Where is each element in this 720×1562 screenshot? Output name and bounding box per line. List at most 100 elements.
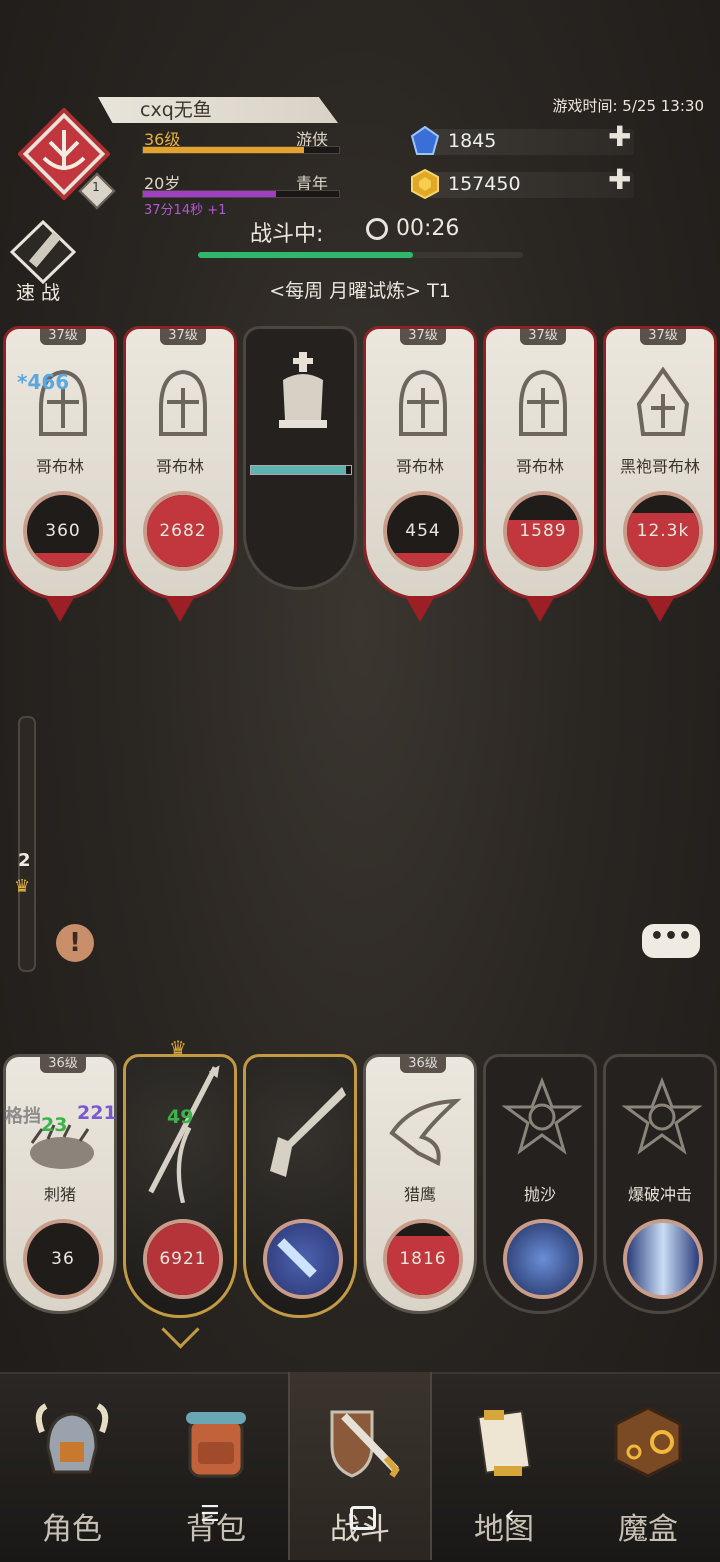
skill-card[interactable]: 爆破冲击: [603, 1054, 717, 1328]
ally-hp-ring: 6921: [143, 1219, 223, 1299]
scroll-icon: [477, 1410, 531, 1476]
enemy-hp-ring: 2682: [143, 491, 223, 571]
exp-float: 221: [77, 1102, 117, 1124]
age-progress-bar: [142, 190, 340, 198]
crown-icon: ♛: [14, 876, 31, 897]
spear-icon: [148, 1065, 220, 1203]
system-back-icon[interactable]: ‹: [504, 1498, 515, 1531]
nav-label: 角色: [42, 1512, 102, 1547]
nav-map[interactable]: 地图: [432, 1372, 576, 1560]
enemy-marker-icon: [645, 596, 675, 622]
gem-icon: [410, 126, 440, 155]
ally-name: 猎鹰: [403, 1185, 436, 1204]
enemy-hp: 2682: [159, 521, 207, 541]
enemy-card[interactable]: 37级 哥布林 454: [363, 326, 477, 622]
wave-number: 2: [18, 850, 31, 871]
enemy-hp-ring: 1589: [503, 491, 583, 571]
falcon-icon: [389, 1098, 462, 1166]
enemy-level: 37级: [520, 329, 566, 345]
battle-status: 战斗中:: [250, 222, 324, 247]
skill-card[interactable]: 抛沙: [483, 1054, 597, 1328]
heal-float: 23: [41, 1114, 68, 1136]
ally-weapon-card[interactable]: 6921 49 ♛: [123, 1036, 237, 1349]
rune-star-icon: [622, 1077, 702, 1155]
enemy-hp-ring: 12.3k: [623, 491, 703, 571]
heal-float: 49: [167, 1106, 194, 1128]
goblin-helmet-icon: [399, 369, 447, 436]
boss-totem-card[interactable]: [243, 326, 357, 600]
gem-count: 1845: [448, 130, 497, 152]
enemy-name: 哥布林: [35, 457, 84, 476]
alert-icon[interactable]: !: [56, 924, 94, 962]
nav-backpack[interactable]: 背包: [144, 1372, 288, 1560]
level-progress-fill: [143, 147, 304, 153]
enemy-card[interactable]: 37级 哥布林 360 *466: [3, 326, 117, 622]
ally-level: 36级: [400, 1057, 446, 1073]
enemy-hp: 12.3k: [636, 521, 690, 541]
nav-label: 魔盒: [618, 1512, 678, 1547]
ally-hp: 1816: [399, 1249, 447, 1269]
enemy-marker-icon: [45, 596, 75, 622]
ally-card[interactable]: 36级 猎鹰 1816: [363, 1054, 477, 1328]
enemy-name: 哥布林: [395, 457, 444, 476]
rank-badge-num: 1: [92, 180, 100, 194]
hooded-goblin-icon: [636, 366, 690, 436]
nav-character[interactable]: 角色: [0, 1372, 144, 1560]
pistol-icon: [270, 1087, 346, 1177]
age-timer: 37分14秒 +1: [144, 203, 227, 218]
backpack-icon: [186, 1412, 246, 1478]
enemy-card[interactable]: 37级 哥布林 1589: [483, 326, 597, 622]
gold-icon: [411, 169, 439, 199]
enemy-name: 哥布林: [515, 457, 564, 476]
enemy-hp-fill: [27, 552, 99, 567]
system-home-icon[interactable]: [350, 1506, 376, 1530]
add-gems-button[interactable]: ✚: [608, 120, 631, 153]
totem-icon: [279, 352, 327, 428]
stage-title: <每周 月曜试炼> T1: [269, 280, 451, 302]
ally-hp-ring: 36: [23, 1219, 103, 1299]
battle-progress-bar: [198, 252, 523, 258]
goblin-helmet-icon: [159, 369, 207, 436]
rune-star-icon: [502, 1077, 582, 1155]
blast-skill-icon: [623, 1219, 703, 1299]
enemy-level: 37级: [160, 329, 206, 345]
ally-hp: 36: [51, 1249, 75, 1269]
ally-weapon-card[interactable]: [243, 1054, 357, 1328]
system-menu-icon[interactable]: ☰: [200, 1502, 220, 1527]
add-gold-button[interactable]: ✚: [608, 163, 631, 196]
enemy-card[interactable]: 37级 哥布林 2682: [123, 326, 237, 622]
nav-magic-box[interactable]: 魔盒: [576, 1372, 720, 1560]
magic-box-icon: [614, 1406, 682, 1478]
sand-skill-icon: [503, 1219, 583, 1299]
enemy-marker-icon: [405, 596, 435, 622]
ally-name: 刺猪: [43, 1185, 76, 1204]
enemy-level: 37级: [640, 329, 686, 345]
game-time: 游戏时间: 5/25 13:30: [552, 97, 704, 115]
block-float: 格挡: [5, 1106, 41, 1127]
skill-name: 爆破冲击: [627, 1185, 692, 1204]
battle-timer: 00:26: [396, 216, 460, 241]
level-progress-bar: [142, 146, 340, 154]
goblin-helmet-icon: [519, 369, 567, 436]
age-progress-fill: [143, 191, 277, 197]
nav-battle[interactable]: 战斗: [288, 1372, 432, 1560]
crown-icon: ♛: [169, 1036, 187, 1060]
totem-hp-bar: [250, 465, 352, 475]
ally-hp-ring: 1816: [383, 1219, 463, 1299]
totem-hp-fill: [251, 466, 346, 474]
enemy-card[interactable]: 37级 黑袍哥布林 12.3k: [603, 326, 717, 622]
enemy-hp: 1589: [519, 521, 567, 541]
enemy-name: 黑袍哥布林: [619, 457, 700, 476]
enemy-hp: 454: [405, 521, 441, 541]
enemy-marker-icon: [525, 596, 555, 622]
chat-button[interactable]: •••: [642, 924, 700, 958]
enemy-hp-fill: [387, 552, 459, 567]
gold-count: 157450: [448, 173, 521, 195]
stopwatch-icon: [366, 218, 388, 240]
ally-level: 36级: [40, 1057, 86, 1073]
skill-name: 抛沙: [523, 1185, 556, 1204]
ally-card[interactable]: 36级 刺猪 36 格挡 23 221: [3, 1054, 117, 1328]
battle-progress-fill: [198, 252, 413, 258]
enemy-hp: 360: [45, 521, 81, 541]
ally-hp: 6921: [159, 1249, 207, 1269]
